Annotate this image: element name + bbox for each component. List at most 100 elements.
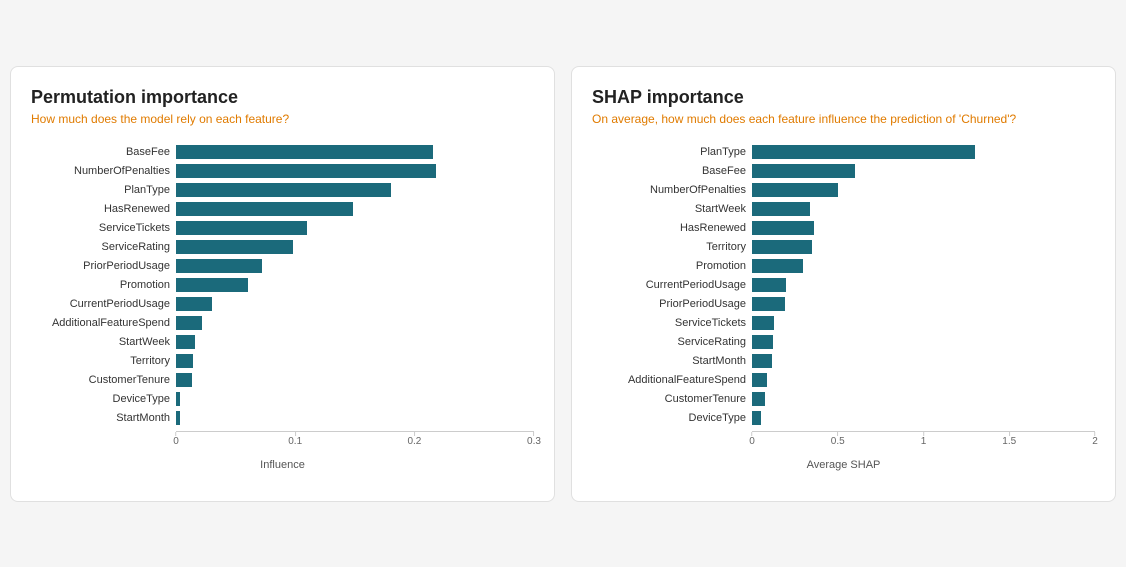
bar-fill [176,164,436,178]
bar-row: PlanType [31,182,534,198]
bar-container [752,315,1095,331]
bar-label: PlanType [592,146,752,158]
bar-row: BaseFee [592,163,1095,179]
bar-container [176,201,534,217]
bar-row: AdditionalFeatureSpend [31,315,534,331]
bar-fill [176,202,353,216]
bar-container [176,372,534,388]
main-container: Permutation importance How much does the… [10,66,1116,502]
bar-row: Territory [592,239,1095,255]
axis-wrapper: 00.10.20.3 [31,431,534,453]
shap-title: SHAP importance [592,87,1095,108]
bar-label: NumberOfPenalties [31,165,176,177]
bar-fill [752,259,803,273]
bar-label: DeviceType [31,393,176,405]
bar-label: StartWeek [592,203,752,215]
bar-row: CustomerTenure [31,372,534,388]
bar-container [752,296,1095,312]
bar-fill [752,202,810,216]
bar-row: ServiceRating [592,334,1095,350]
bar-label: PriorPeriodUsage [592,298,752,310]
bar-label: Territory [592,241,752,253]
bar-row: StartWeek [31,334,534,350]
bar-container [176,163,534,179]
bar-fill [752,221,814,235]
bars-area: PlanType BaseFee NumberOfPenalties StartWee… [592,144,1095,429]
bar-container [752,163,1095,179]
bar-fill [752,316,774,330]
bar-label: NumberOfPenalties [592,184,752,196]
bar-row: CurrentPeriodUsage [31,296,534,312]
bar-label: Territory [31,355,176,367]
permutation-chart-inner: BaseFee NumberOfPenalties PlanType HasRenew… [31,144,534,453]
bar-fill [176,354,193,368]
bar-fill [752,354,772,368]
bar-row: DeviceType [31,391,534,407]
bar-fill [752,335,773,349]
tick-label: 1.5 [1002,436,1016,447]
tick-label: 2 [1092,436,1098,447]
axis-wrapper: 0 0.5 1 1.5 2 [592,431,1095,453]
axis-tick: 0 [749,432,755,447]
permutation-axis-label: Influence [31,459,534,471]
bars-area: BaseFee NumberOfPenalties PlanType HasRenew… [31,144,534,429]
bar-fill [176,411,180,425]
bar-label: StartWeek [31,336,176,348]
bar-row: ServiceTickets [592,315,1095,331]
axis-tick: 0.5 [831,432,845,447]
bar-container [752,410,1095,426]
axis-tick: 0.2 [407,432,421,447]
bar-label: CustomerTenure [592,393,752,405]
bar-row: StartMonth [592,353,1095,369]
bar-fill [176,316,202,330]
bar-row: ServiceRating [31,239,534,255]
bar-label: ServiceRating [592,336,752,348]
bar-label: PlanType [31,184,176,196]
bar-container [176,391,534,407]
bar-container [752,182,1095,198]
bar-label: Promotion [592,260,752,272]
bar-row: ServiceTickets [31,220,534,236]
bar-label: ServiceTickets [592,317,752,329]
bar-row: StartMonth [31,410,534,426]
bar-label: BaseFee [592,165,752,177]
tick-label: 0.3 [527,436,541,447]
bar-container [752,372,1095,388]
axis-tick: 0.3 [527,432,541,447]
bar-fill [176,259,262,273]
bar-container [176,258,534,274]
bar-label: ServiceTickets [31,222,176,234]
bar-container [176,182,534,198]
bar-row: Promotion [31,277,534,293]
bar-fill [752,145,975,159]
bar-row: Promotion [592,258,1095,274]
bar-row: NumberOfPenalties [592,182,1095,198]
axis-tick: 1.5 [1002,432,1016,447]
permutation-chart-card: Permutation importance How much does the… [10,66,555,502]
axis-tick: 2 [1092,432,1098,447]
bar-label: AdditionalFeatureSpend [31,317,176,329]
bar-fill [752,183,838,197]
axis-tick: 0.1 [288,432,302,447]
bar-row: CurrentPeriodUsage [592,277,1095,293]
bar-fill [176,373,192,387]
bar-fill [752,240,812,254]
permutation-subtitle: How much does the model rely on each fea… [31,112,534,126]
bar-fill [752,392,765,406]
shap-title-plain: SHAP [592,87,647,107]
tick-label: 0 [749,436,755,447]
bar-fill [176,221,307,235]
bar-label: BaseFee [31,146,176,158]
bar-row: HasRenewed [31,201,534,217]
bar-fill [176,278,248,292]
bar-container [176,410,534,426]
bar-label: DeviceType [592,412,752,424]
bar-fill [752,278,786,292]
bar-label: CurrentPeriodUsage [592,279,752,291]
bar-container [176,334,534,350]
shap-chart-card: SHAP importance On average, how much doe… [571,66,1116,502]
bar-container [752,334,1095,350]
bar-label: StartMonth [592,355,752,367]
tick-label: 1 [921,436,927,447]
bar-label: HasRenewed [31,203,176,215]
